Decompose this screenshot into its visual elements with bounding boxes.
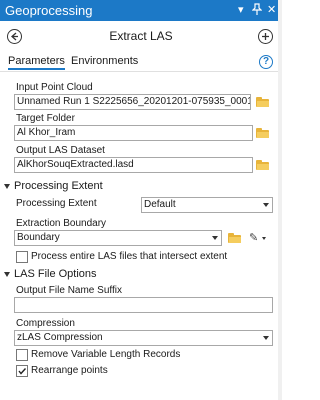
compression-value: zLAS Compression [17, 332, 103, 343]
process-entire-checkbox[interactable] [16, 251, 28, 263]
las-file-options-section-header[interactable]: LAS File Options [4, 268, 97, 280]
pane-title: Geoprocessing [5, 3, 93, 18]
remove-vlr-label: Remove Variable Length Records [31, 349, 181, 360]
chevron-down-icon [212, 236, 218, 240]
output-suffix-label: Output File Name Suffix [16, 285, 122, 296]
processing-extent-value: Default [144, 199, 176, 210]
processing-extent-dropdown[interactable]: Default [141, 197, 273, 213]
target-folder-field[interactable]: Al Khor_Iram [14, 125, 253, 141]
output-suffix-input[interactable] [14, 297, 273, 313]
browse-folder-icon[interactable] [256, 160, 269, 170]
browse-folder-icon[interactable] [228, 233, 241, 243]
tab-environments[interactable]: Environments [71, 55, 138, 67]
rearrange-points-label: Rearrange points [31, 365, 108, 376]
remove-vlr-checkbox[interactable] [16, 349, 28, 361]
processing-extent-section-header[interactable]: Processing Extent [4, 180, 103, 192]
chevron-down-icon [263, 336, 269, 340]
collapse-caret-icon [4, 271, 10, 277]
pencil-icon[interactable]: ✎ [249, 231, 258, 244]
tab-divider [0, 71, 278, 72]
chevron-down-icon[interactable] [262, 237, 266, 240]
extraction-boundary-value: Boundary [17, 232, 60, 243]
output-las-dataset-field[interactable]: AlKhorSouqExtracted.lasd [14, 157, 253, 173]
compression-dropdown[interactable]: zLAS Compression [14, 330, 273, 346]
dropdown-icon[interactable]: ▾ [238, 3, 244, 17]
input-point-cloud-label: Input Point Cloud [16, 82, 93, 93]
browse-folder-icon[interactable] [256, 97, 269, 107]
checkmark-icon [18, 368, 27, 375]
close-icon[interactable]: ✕ [267, 3, 276, 17]
rearrange-points-checkbox[interactable] [16, 365, 28, 377]
titlebar: Geoprocessing ▾ ✕ [0, 0, 282, 21]
collapse-caret-icon [4, 183, 10, 189]
output-las-dataset-label: Output LAS Dataset [16, 145, 105, 156]
browse-folder-icon[interactable] [256, 128, 269, 138]
tab-parameters[interactable]: Parameters [8, 55, 65, 70]
help-icon[interactable]: ? [259, 55, 273, 69]
tool-title: Extract LAS [109, 29, 173, 43]
target-folder-value: Al Khor_Iram [17, 127, 76, 138]
process-entire-label: Process entire LAS files that intersect … [31, 251, 228, 262]
input-point-cloud-value: Unnamed Run 1 S2225656_20201201-075935_0… [17, 96, 251, 107]
add-icon[interactable] [258, 29, 273, 44]
input-point-cloud-field[interactable]: Unnamed Run 1 S2225656_20201201-075935_0… [14, 94, 251, 110]
extraction-boundary-dropdown[interactable]: Boundary [14, 230, 222, 246]
compression-label: Compression [16, 318, 75, 329]
target-folder-label: Target Folder [16, 113, 75, 124]
processing-extent-label: Processing Extent [16, 198, 97, 209]
output-las-dataset-value: AlKhorSouqExtracted.lasd [17, 159, 134, 170]
extraction-boundary-label: Extraction Boundary [16, 218, 107, 229]
scrollbar[interactable] [278, 0, 282, 400]
pin-icon[interactable] [251, 3, 263, 19]
chevron-down-icon [263, 203, 269, 207]
